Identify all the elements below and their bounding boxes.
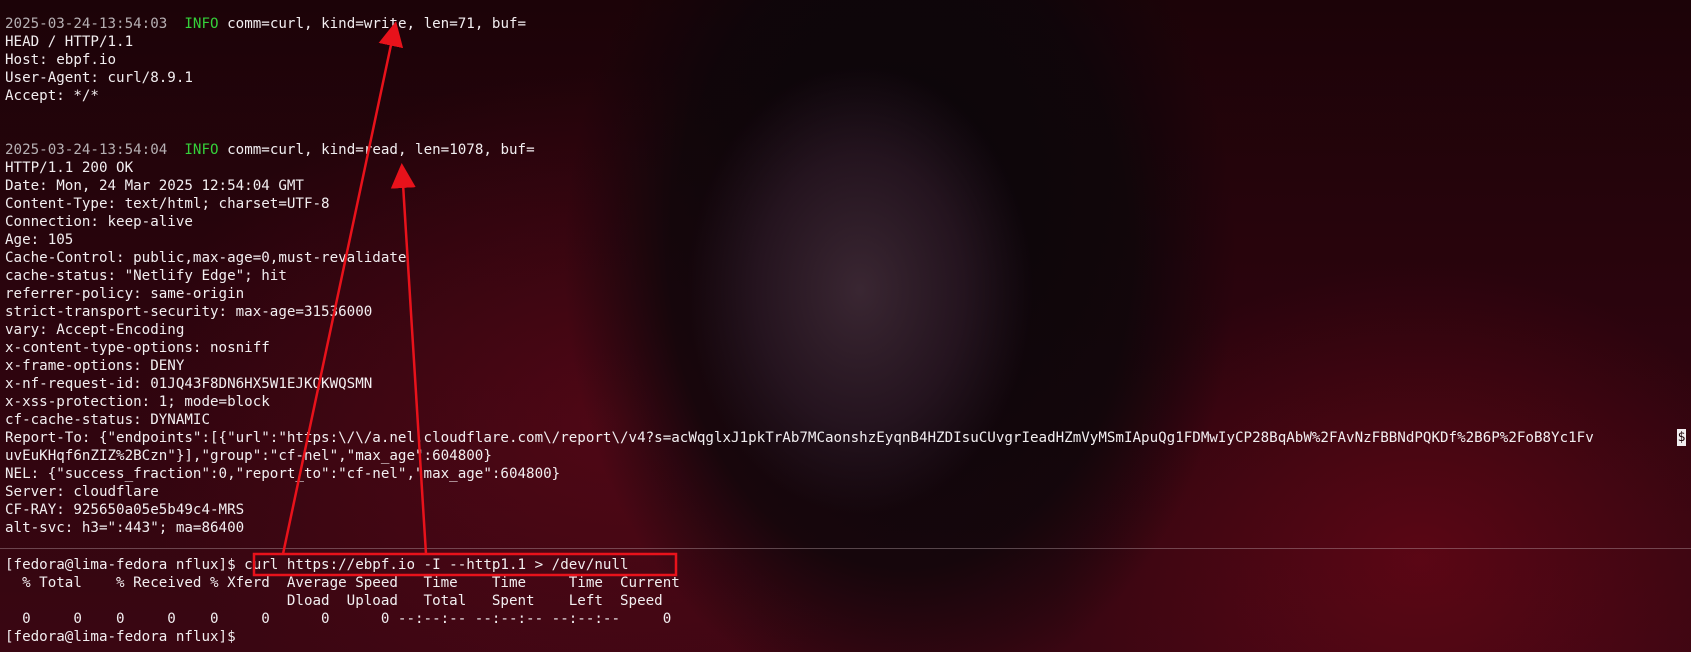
arrow-to-read-entry [390,163,428,555]
arrow-to-write-entry [281,21,404,555]
annotation-overlay [252,21,678,577]
command-highlight-box [252,552,678,577]
